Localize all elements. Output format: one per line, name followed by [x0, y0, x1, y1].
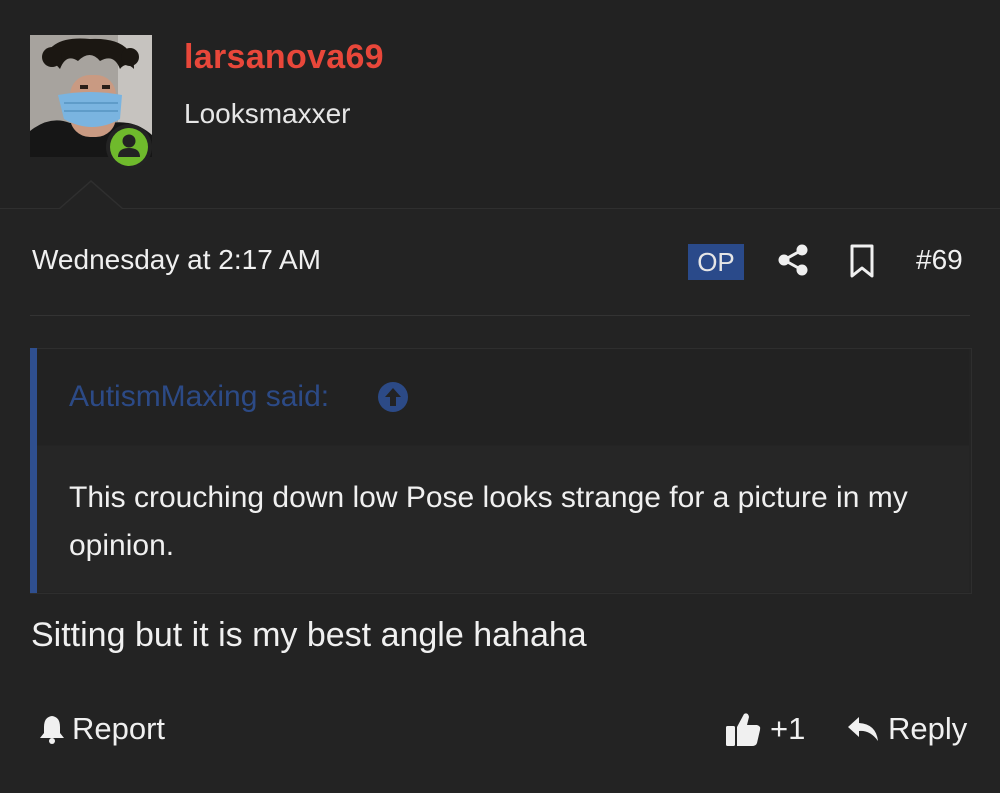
divider: [30, 315, 970, 316]
reply-button[interactable]: Reply: [846, 709, 967, 749]
user-icon: [118, 134, 140, 157]
op-badge: OP: [688, 244, 744, 280]
reply-icon: [848, 717, 878, 741]
like-count: +1: [770, 711, 806, 746]
report-label: Report: [72, 711, 166, 746]
forum-post: larsanova69 Looksmaxxer Wednesday at 2:1…: [0, 0, 1000, 793]
username[interactable]: larsanova69: [184, 38, 384, 77]
post-date[interactable]: Wednesday at 2:17 AM: [32, 244, 321, 276]
arrow-up-circle-icon[interactable]: [377, 381, 409, 413]
share-icon[interactable]: [776, 243, 810, 277]
quote-author[interactable]: AutismMaxing said:: [69, 380, 329, 414]
post-number[interactable]: #69: [916, 244, 963, 276]
report-button[interactable]: Report: [38, 709, 165, 749]
bell-icon: [40, 716, 64, 744]
like-button[interactable]: +1: [724, 708, 805, 750]
post-body: Sitting but it is my best angle hahaha: [31, 616, 587, 654]
online-status-badge: [106, 124, 152, 170]
quote-text: This crouching down low Pose looks stran…: [69, 481, 908, 562]
thumbs-up-icon: [726, 713, 761, 746]
user-header: larsanova69 Looksmaxxer: [0, 0, 1000, 209]
bookmark-icon[interactable]: [848, 244, 876, 278]
user-title: Looksmaxxer: [184, 98, 351, 129]
quote-accent-bar: [30, 348, 37, 593]
reply-label: Reply: [888, 711, 968, 746]
